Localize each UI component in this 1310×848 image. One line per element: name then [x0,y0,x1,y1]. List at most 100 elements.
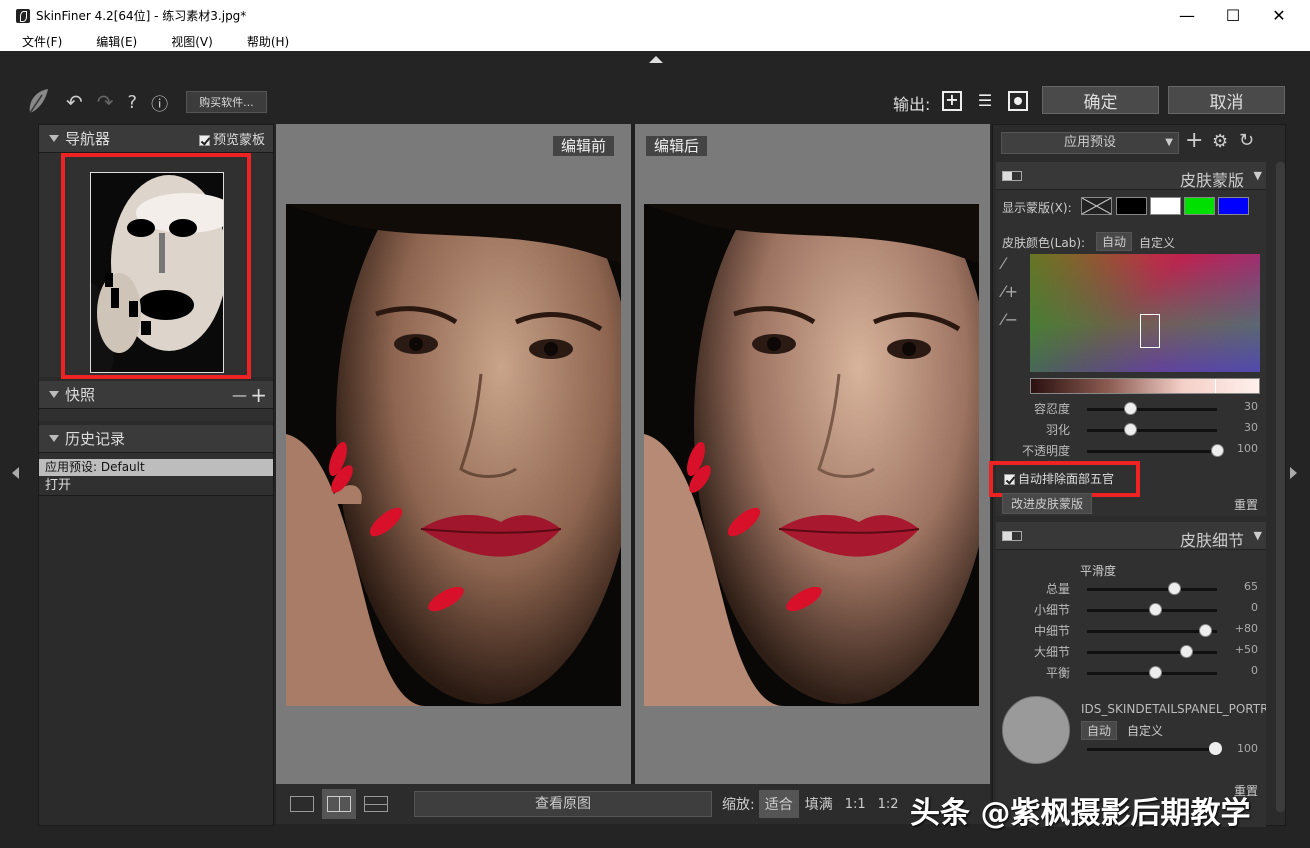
snapshot-title: 快照 [65,386,96,404]
history-header[interactable]: 历史记录 [39,425,273,453]
checkbox-icon[interactable] [198,135,210,146]
right-scrollbar[interactable] [1276,162,1285,812]
stacked-view-icon[interactable] [364,796,388,812]
minimize-button[interactable]: — [1164,0,1210,31]
slider-knob[interactable] [1180,645,1193,658]
cancel-button[interactable]: 取消 [1168,86,1285,114]
slider-row: 小细节 0 [996,601,1266,619]
portrait-auto-button[interactable]: 自动 [1081,721,1118,740]
menu-view[interactable]: 视图(V) [171,33,213,50]
section-toggle-icon[interactable] [1002,171,1022,181]
close-button[interactable]: ✕ [1256,0,1302,31]
slider-knob[interactable] [1149,603,1162,616]
mask-black-swatch[interactable] [1116,197,1147,215]
zoom-fill-button[interactable]: 填满 [805,794,833,814]
app-area: ↶ ↷ ? ⓘ 购买软件... 输出: + ☰ 确定 取消 导航器 预览蒙板 快… [0,51,1310,848]
portrait-slider-track[interactable] [1087,742,1222,755]
mask-white-swatch[interactable] [1150,197,1181,215]
chevron-down-icon[interactable]: ▼ [1254,169,1262,182]
slider-knob[interactable] [1211,444,1224,457]
add-preset-icon[interactable]: + [1185,128,1203,153]
slider-row: 不透明度 100 [996,442,1266,460]
toolbar: ↶ ↷ ? ⓘ 购买软件... [24,87,267,117]
mask-green-swatch[interactable] [1184,197,1215,215]
skin-color-auto-button[interactable]: 自动 [1096,232,1133,251]
preset-dropdown[interactable]: 应用预设 ▼ [1001,132,1179,154]
portrait-preview [1002,696,1070,764]
collapse-right-icon[interactable] [1290,467,1297,479]
zoom-1-1-button[interactable]: 1:1 [845,797,866,812]
slider-knob[interactable] [1198,624,1212,637]
after-photo[interactable] [644,204,979,706]
smoothness-label: 平滑度 [1080,564,1117,578]
slider-label: 小细节 [1033,603,1070,617]
help-icon[interactable]: ? [128,92,138,113]
collapse-triangle-icon [49,135,59,142]
ok-button[interactable]: 确定 [1042,86,1159,114]
output-new-layer-icon[interactable]: + [942,91,962,111]
zoom-1-2-button[interactable]: 1:2 [878,797,899,812]
slider-row: 大细节 +50 [996,643,1266,661]
redo-icon[interactable]: ↷ [97,90,114,114]
color-picker-area[interactable] [1030,254,1260,372]
section-toggle-icon[interactable] [1002,531,1022,541]
info-icon[interactable]: ⓘ [151,90,168,115]
slider-knob[interactable] [1124,402,1138,415]
buy-button[interactable]: 购买软件... [186,91,267,113]
output-mask-icon[interactable] [1008,91,1028,111]
maximize-button[interactable]: ☐ [1210,0,1256,31]
before-label: 编辑前 [553,136,615,156]
skin-color-custom-button[interactable]: 自定义 [1139,234,1175,251]
snapshot-header[interactable]: 快照 — + [39,381,273,409]
portrait-custom-button[interactable]: 自定义 [1127,722,1163,739]
menu-edit[interactable]: 编辑(E) [96,33,137,50]
slider-value: +80 [1234,622,1258,635]
zoom-fit-button[interactable]: 适合 [758,790,799,818]
undo-icon[interactable]: ↶ [66,90,83,114]
navigator-header[interactable]: 导航器 预览蒙板 [39,125,273,153]
history-item[interactable]: 应用预设: Default [39,459,273,476]
preview-mask-toggle[interactable]: 预览蒙板 [198,129,265,148]
refresh-icon[interactable]: ↻ [1239,130,1254,151]
slider-track[interactable] [1087,651,1217,654]
gear-icon[interactable]: ⚙ [1212,131,1228,152]
slider-track[interactable] [1087,429,1217,432]
collapse-top-icon[interactable] [649,56,663,63]
mask-blue-swatch[interactable] [1218,197,1249,215]
slider-track[interactable] [1087,630,1217,633]
slider-track[interactable] [1087,450,1217,453]
remove-snapshot-icon[interactable]: — [232,386,247,404]
eyedropper-icon[interactable]: ⁄ [1002,254,1005,273]
menu-file[interactable]: 文件(F) [22,33,62,50]
add-snapshot-icon[interactable]: + [250,383,267,407]
mask-reset-button[interactable]: 重置 [1234,496,1258,513]
slider-row: 平衡 0 [996,664,1266,682]
slider-label: 大细节 [1033,645,1070,659]
split-view-icon[interactable] [322,789,356,819]
slider-track[interactable] [1087,588,1217,591]
mask-none-swatch[interactable] [1081,197,1112,215]
slider-knob[interactable] [1124,423,1138,436]
collapse-left-icon[interactable] [12,467,19,479]
slider-knob[interactable] [1167,582,1181,595]
slider-label: 容忍度 [1033,402,1070,416]
eyedropper-add-icon[interactable]: ⁄+ [1002,282,1018,301]
highlight-box [61,153,251,379]
before-photo[interactable] [286,204,621,706]
color-range-box[interactable] [1140,314,1160,348]
history-item[interactable]: 打开 [39,476,273,496]
chevron-down-icon[interactable]: ▼ [1254,529,1262,542]
output-adjust-icon[interactable]: ☰ [975,91,995,111]
split-divider [631,124,635,784]
improve-mask-button[interactable]: 改进皮肤蒙版 [1002,493,1093,514]
skin-detail-section: 皮肤细节 ▼ 平滑度 总量 65 小细节 0 中细节 +80 大细节 +50 平衡 0 IDS_S… [996,522,1266,827]
single-view-icon[interactable] [290,796,314,812]
slider-track[interactable] [1087,408,1217,411]
menu-help[interactable]: 帮助(H) [247,33,289,50]
slider-row: 中细节 +80 [996,622,1266,640]
luminance-bar[interactable] [1030,378,1260,394]
collapse-triangle-icon [49,435,59,442]
eyedropper-subtract-icon[interactable]: ⁄− [1002,310,1018,329]
slider-knob[interactable] [1149,666,1162,679]
view-original-button[interactable]: 查看原图 [414,791,712,817]
